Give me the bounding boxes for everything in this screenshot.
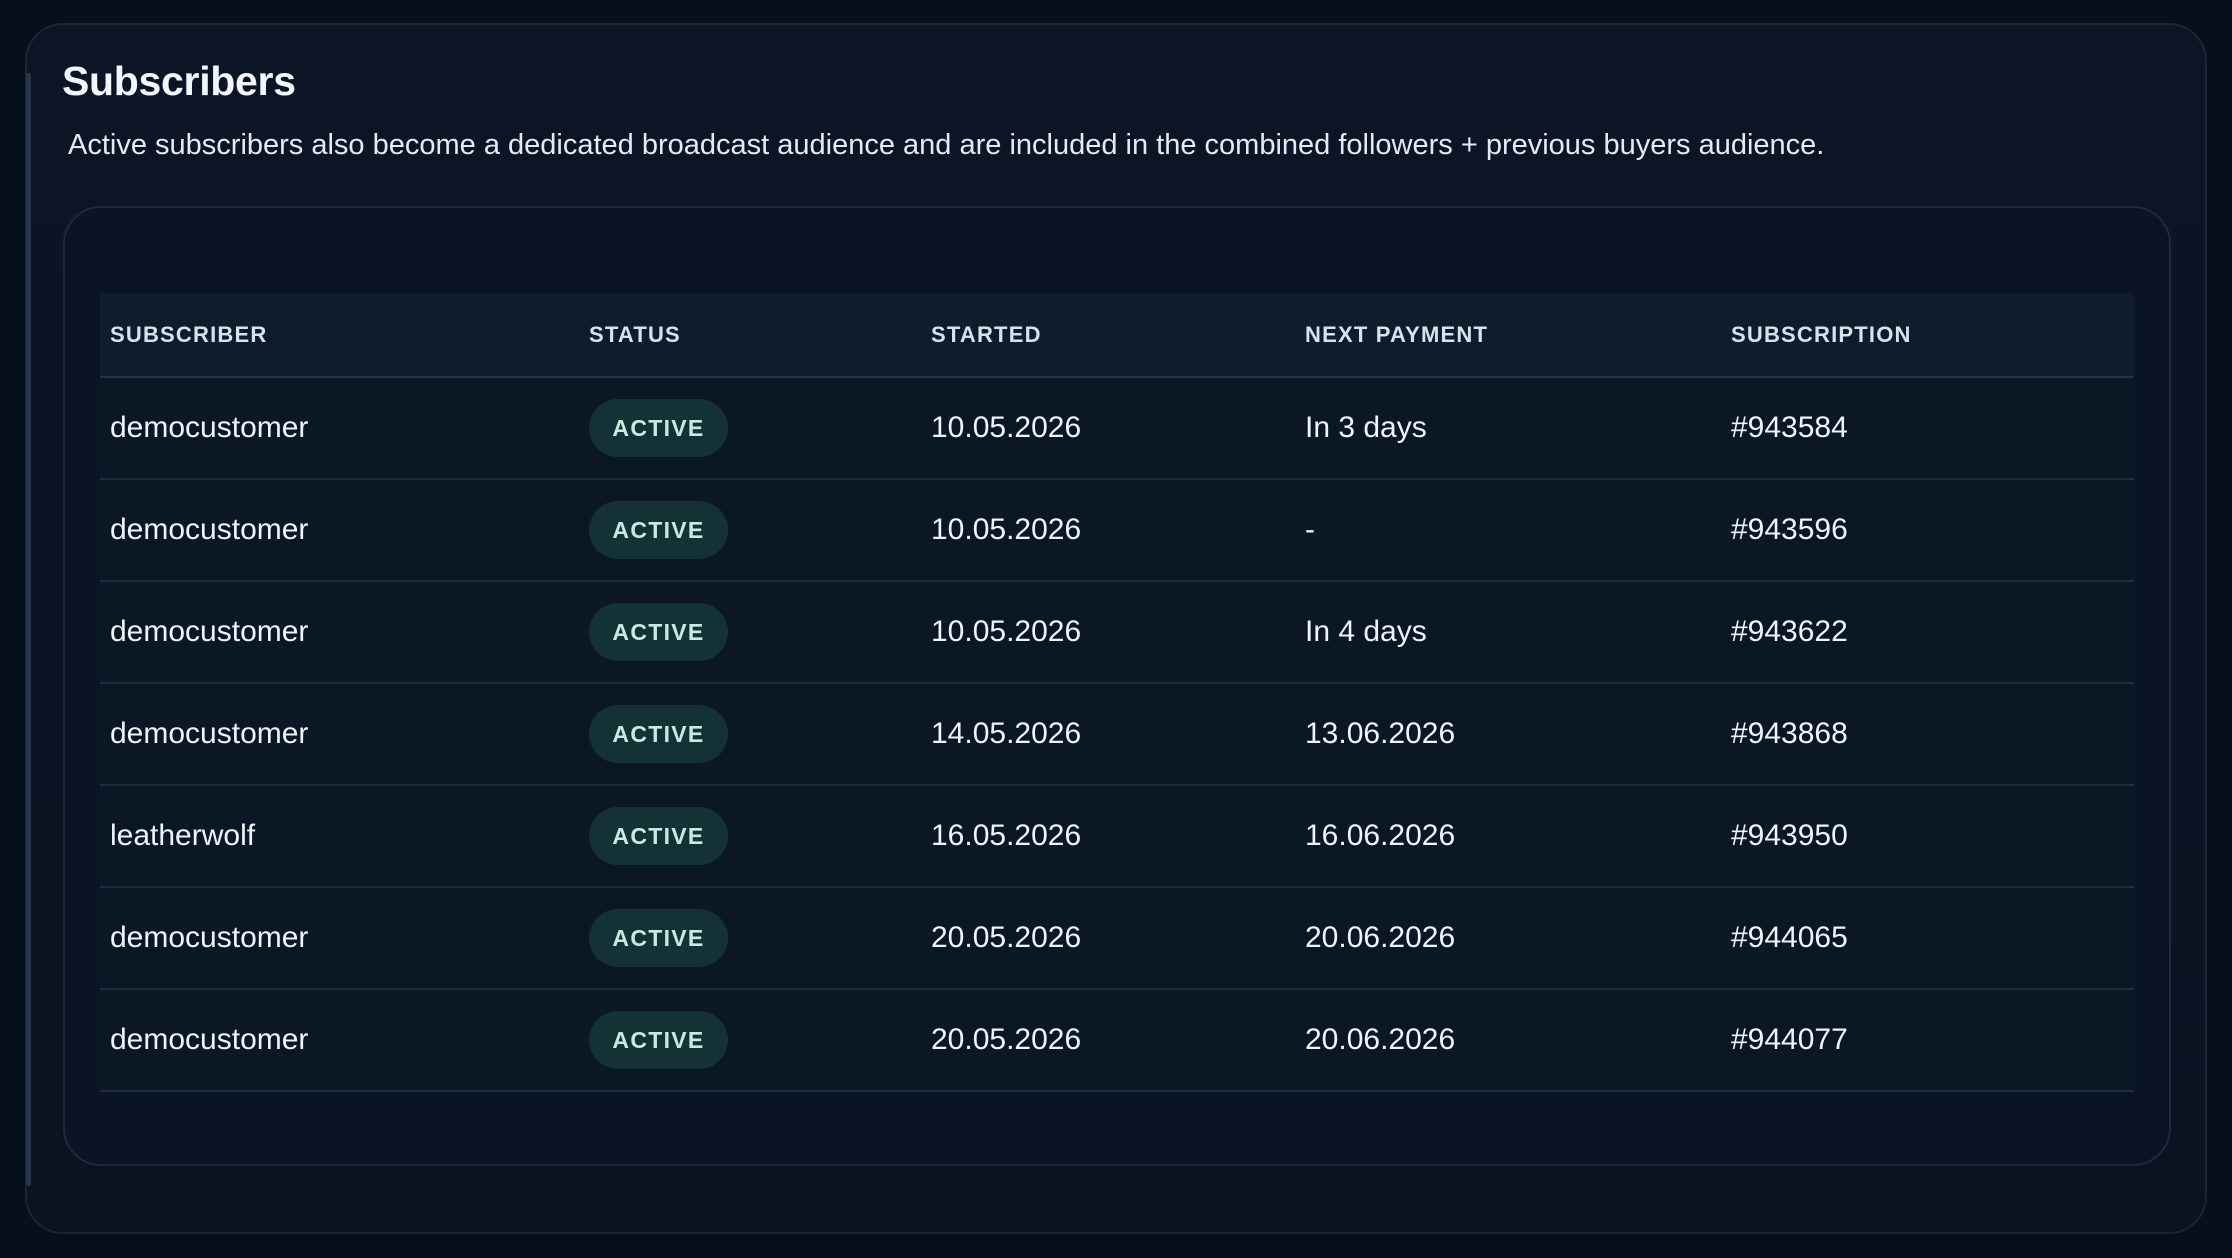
table-row[interactable]: democustomer ACTIVE 10.05.2026 In 4 days… — [100, 581, 2134, 684]
column-header-status[interactable]: STATUS — [579, 293, 921, 378]
table-row[interactable]: leatherwolf ACTIVE 16.05.2026 16.06.2026… — [100, 785, 2134, 888]
status-badge: ACTIVE — [589, 501, 728, 559]
next-payment-cell: 13.06.2026 — [1295, 683, 1721, 786]
subscriber-cell: democustomer — [100, 479, 579, 582]
table-row[interactable]: democustomer ACTIVE 10.05.2026 In 3 days… — [100, 377, 2134, 480]
subscription-cell: #943868 — [1721, 683, 2134, 786]
started-cell: 10.05.2026 — [921, 377, 1295, 480]
subscription-cell: #944077 — [1721, 989, 2134, 1092]
status-cell: ACTIVE — [579, 479, 921, 582]
page-description: Active subscribers also become a dedicat… — [68, 129, 1825, 161]
status-cell: ACTIVE — [579, 989, 921, 1092]
column-header-subscriber[interactable]: SUBSCRIBER — [100, 293, 579, 378]
next-payment-cell: 20.06.2026 — [1295, 887, 1721, 990]
started-cell: 10.05.2026 — [921, 581, 1295, 684]
subscriber-cell: democustomer — [100, 581, 579, 684]
started-cell: 16.05.2026 — [921, 785, 1295, 888]
status-badge: ACTIVE — [589, 807, 728, 865]
subscription-cell: #943622 — [1721, 581, 2134, 684]
next-payment-cell: In 4 days — [1295, 581, 1721, 684]
started-cell: 20.05.2026 — [921, 887, 1295, 990]
started-cell: 10.05.2026 — [921, 479, 1295, 582]
subscriber-cell: democustomer — [100, 377, 579, 480]
table-row[interactable]: democustomer ACTIVE 10.05.2026 - #943596 — [100, 479, 2134, 582]
status-cell: ACTIVE — [579, 377, 921, 480]
status-badge: ACTIVE — [589, 399, 728, 457]
status-cell: ACTIVE — [579, 683, 921, 786]
table-header-row: SUBSCRIBER STATUS STARTED NEXT PAYMENT S… — [100, 293, 2134, 378]
started-cell: 20.05.2026 — [921, 989, 1295, 1092]
status-cell: ACTIVE — [579, 581, 921, 684]
next-payment-cell: 16.06.2026 — [1295, 785, 1721, 888]
subscriber-cell: leatherwolf — [100, 785, 579, 888]
table-row[interactable]: democustomer ACTIVE 14.05.2026 13.06.202… — [100, 683, 2134, 786]
column-header-subscription[interactable]: SUBSCRIPTION — [1721, 293, 2134, 378]
subscriber-cell: democustomer — [100, 989, 579, 1092]
next-payment-cell: 20.06.2026 — [1295, 989, 1721, 1092]
subscription-cell: #943950 — [1721, 785, 2134, 888]
started-cell: 14.05.2026 — [921, 683, 1295, 786]
status-badge: ACTIVE — [589, 909, 728, 967]
accent-bar — [26, 73, 31, 1186]
page-title: Subscribers — [62, 58, 296, 104]
column-header-next-payment[interactable]: NEXT PAYMENT — [1295, 293, 1721, 378]
status-cell: ACTIVE — [579, 785, 921, 888]
subscribers-table: SUBSCRIBER STATUS STARTED NEXT PAYMENT S… — [100, 293, 2134, 1092]
subscriber-cell: democustomer — [100, 683, 579, 786]
table-row[interactable]: democustomer ACTIVE 20.05.2026 20.06.202… — [100, 989, 2134, 1092]
status-badge: ACTIVE — [589, 1011, 728, 1069]
status-cell: ACTIVE — [579, 887, 921, 990]
subscriber-cell: democustomer — [100, 887, 579, 990]
column-header-started[interactable]: STARTED — [921, 293, 1295, 378]
table-row[interactable]: democustomer ACTIVE 20.05.2026 20.06.202… — [100, 887, 2134, 990]
status-badge: ACTIVE — [589, 705, 728, 763]
status-badge: ACTIVE — [589, 603, 728, 661]
subscription-cell: #943584 — [1721, 377, 2134, 480]
next-payment-cell: In 3 days — [1295, 377, 1721, 480]
next-payment-cell: - — [1295, 479, 1721, 582]
subscription-cell: #943596 — [1721, 479, 2134, 582]
subscription-cell: #944065 — [1721, 887, 2134, 990]
